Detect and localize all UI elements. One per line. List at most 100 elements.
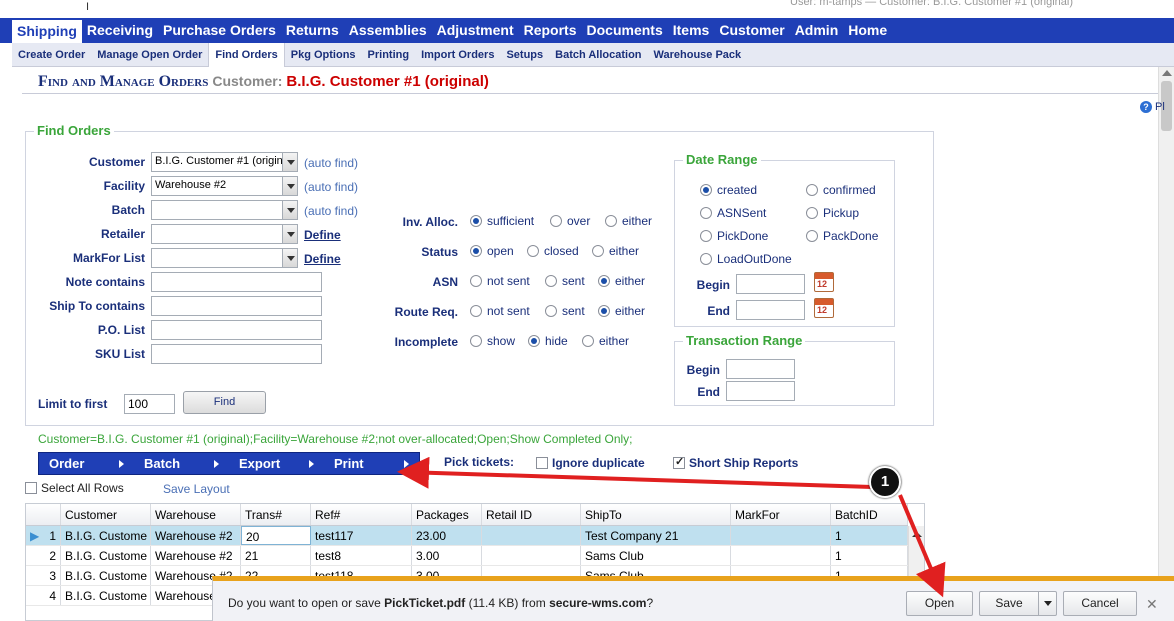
- inv-alloc-either[interactable]: either: [605, 214, 652, 228]
- chevron-down-icon[interactable]: [282, 225, 297, 243]
- date-loadoutdone[interactable]: LoadOutDone: [700, 252, 792, 266]
- order-menu[interactable]: Order: [39, 453, 134, 474]
- nav-receiving[interactable]: Receiving: [82, 18, 158, 43]
- col-shipto[interactable]: ShipTo: [581, 504, 731, 525]
- nav-home[interactable]: Home: [843, 18, 892, 43]
- date-pickup[interactable]: Pickup: [806, 206, 859, 220]
- open-button[interactable]: Open: [906, 591, 973, 616]
- date-packdone[interactable]: PackDone: [806, 229, 878, 243]
- radio-icon[interactable]: [806, 230, 818, 242]
- chevron-down-icon[interactable]: [282, 153, 297, 171]
- nav-documents[interactable]: Documents: [582, 18, 668, 43]
- scroll-up-icon[interactable]: [912, 532, 922, 537]
- retailer-select[interactable]: [151, 224, 298, 244]
- export-menu[interactable]: Export: [229, 453, 324, 474]
- radio-icon[interactable]: [700, 207, 712, 219]
- scroll-up-icon[interactable]: [1162, 70, 1172, 76]
- radio-checked-icon[interactable]: [598, 275, 610, 287]
- shipto-contains-input[interactable]: [151, 296, 322, 316]
- chevron-down-icon[interactable]: [282, 249, 297, 267]
- checkbox-checked-icon[interactable]: [673, 455, 685, 469]
- radio-icon[interactable]: [527, 245, 539, 257]
- date-confirmed[interactable]: confirmed: [806, 183, 876, 197]
- chevron-down-icon[interactable]: [1038, 592, 1056, 615]
- limit-input[interactable]: 100: [124, 394, 175, 414]
- radio-icon[interactable]: [470, 305, 482, 317]
- batch-menu[interactable]: Batch: [134, 453, 229, 474]
- route-sent[interactable]: sent: [545, 304, 585, 318]
- nav-returns[interactable]: Returns: [281, 18, 344, 43]
- chevron-down-icon[interactable]: [282, 177, 297, 195]
- col-trans[interactable]: Trans#: [241, 504, 311, 525]
- nav-items[interactable]: Items: [668, 18, 715, 43]
- nav-purchase-orders[interactable]: Purchase Orders: [158, 18, 281, 43]
- col-packages[interactable]: Packages: [412, 504, 482, 525]
- close-icon[interactable]: ✕: [1146, 596, 1158, 613]
- subnav-batch-allocation[interactable]: Batch Allocation: [549, 43, 647, 67]
- nav-reports[interactable]: Reports: [519, 18, 582, 43]
- inv-alloc-sufficient[interactable]: sufficient: [470, 214, 534, 228]
- checkbox-icon[interactable]: [25, 482, 37, 494]
- date-created[interactable]: created: [700, 183, 757, 197]
- table-row[interactable]: 2 B.I.G. Custome Warehouse #2 21 test8 3…: [26, 546, 908, 566]
- nav-assemblies[interactable]: Assemblies: [344, 18, 432, 43]
- radio-icon[interactable]: [545, 275, 557, 287]
- nav-adjustment[interactable]: Adjustment: [432, 18, 519, 43]
- note-contains-input[interactable]: [151, 272, 322, 292]
- subnav-warehouse-pack[interactable]: Warehouse Pack: [648, 43, 748, 67]
- sku-list-input[interactable]: [151, 344, 322, 364]
- date-pickdone[interactable]: PickDone: [700, 229, 768, 243]
- subnav-create-order[interactable]: Create Order: [12, 43, 91, 67]
- route-not-sent[interactable]: not sent: [470, 304, 530, 318]
- subnav-setups[interactable]: Setups: [500, 43, 549, 67]
- incomplete-show[interactable]: show: [470, 334, 515, 348]
- batch-select[interactable]: [151, 200, 298, 220]
- radio-icon[interactable]: [470, 335, 482, 347]
- page-scrollbar[interactable]: [1158, 67, 1174, 621]
- radio-checked-icon[interactable]: [470, 245, 482, 257]
- help-icon[interactable]: ?: [1140, 101, 1152, 113]
- radio-checked-icon[interactable]: [528, 335, 540, 347]
- markfor-select[interactable]: [151, 248, 298, 268]
- col-retail-id[interactable]: Retail ID: [482, 504, 581, 525]
- subnav-find-orders[interactable]: Find Orders: [208, 42, 285, 67]
- col-markfor[interactable]: MarkFor: [731, 504, 831, 525]
- nav-customer[interactable]: Customer: [714, 18, 789, 43]
- markfor-define-link[interactable]: Define: [304, 252, 341, 266]
- save-button[interactable]: Save: [979, 591, 1057, 616]
- status-either[interactable]: either: [592, 244, 639, 258]
- radio-checked-icon[interactable]: [470, 215, 482, 227]
- radio-icon[interactable]: [470, 275, 482, 287]
- inv-alloc-over[interactable]: over: [550, 214, 590, 228]
- radio-icon[interactable]: [700, 253, 712, 265]
- date-end-input[interactable]: [736, 300, 805, 320]
- radio-checked-icon[interactable]: [700, 184, 712, 196]
- subnav-import-orders[interactable]: Import Orders: [415, 43, 500, 67]
- save-layout-link[interactable]: Save Layout: [163, 482, 230, 496]
- ignore-duplicate-checkbox[interactable]: Ignore duplicate: [536, 456, 645, 470]
- radio-icon[interactable]: [700, 230, 712, 242]
- radio-icon[interactable]: [550, 215, 562, 227]
- customer-select[interactable]: B.I.G. Customer #1 (original): [151, 152, 298, 172]
- nav-admin[interactable]: Admin: [790, 18, 844, 43]
- trans-begin-input[interactable]: [726, 359, 795, 379]
- incomplete-hide[interactable]: hide: [528, 334, 568, 348]
- select-all-rows-checkbox[interactable]: Select All Rows: [25, 481, 124, 495]
- print-menu[interactable]: Print: [324, 453, 419, 474]
- calendar-icon[interactable]: 12: [814, 272, 834, 292]
- nav-shipping[interactable]: Shipping: [12, 18, 82, 43]
- chevron-down-icon[interactable]: [282, 201, 297, 219]
- cell-trans[interactable]: 20: [241, 526, 311, 545]
- asn-sent[interactable]: sent: [545, 274, 585, 288]
- subnav-manage-open-order[interactable]: Manage Open Order: [91, 43, 208, 67]
- radio-icon[interactable]: [545, 305, 557, 317]
- calendar-icon[interactable]: 12: [814, 298, 834, 318]
- status-closed[interactable]: closed: [527, 244, 579, 258]
- subnav-printing[interactable]: Printing: [362, 43, 416, 67]
- help-link[interactable]: ? Pl: [1140, 101, 1165, 113]
- col-batchid[interactable]: BatchID: [831, 504, 908, 525]
- trans-end-input[interactable]: [726, 381, 795, 401]
- checkbox-icon[interactable]: [536, 457, 548, 469]
- status-open[interactable]: open: [470, 244, 514, 258]
- radio-icon[interactable]: [806, 207, 818, 219]
